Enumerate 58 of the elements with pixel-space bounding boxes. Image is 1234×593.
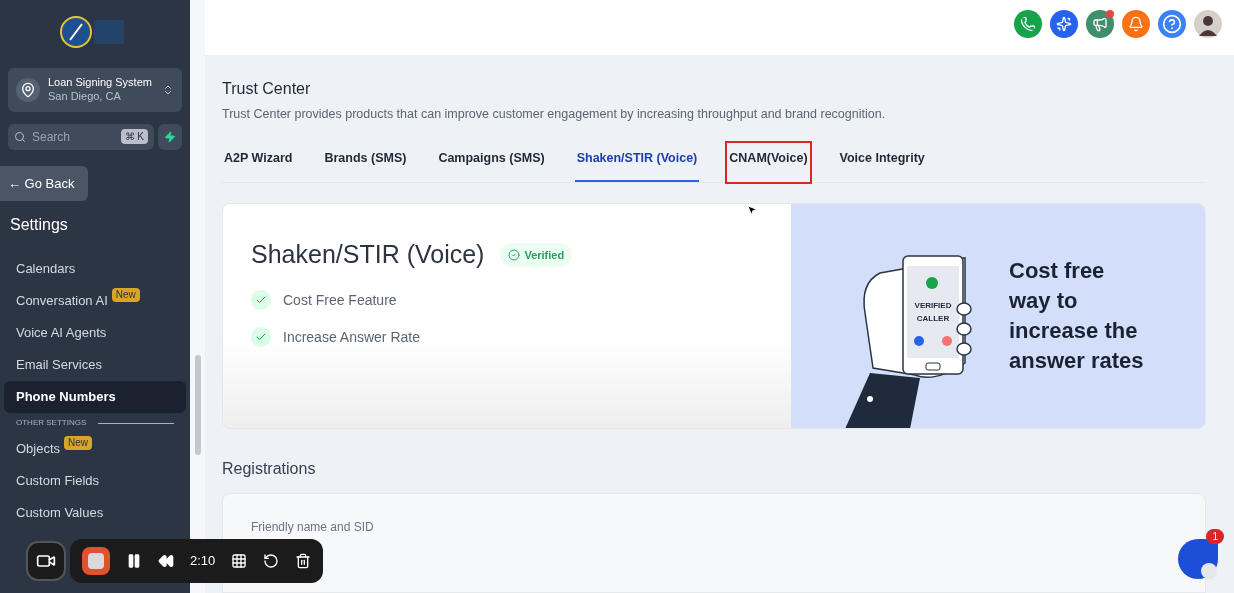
sidebar-item[interactable]: Conversation AI New (4, 285, 186, 317)
section-heading: Registrations (222, 459, 317, 479)
phone-icon[interactable] (1014, 10, 1042, 38)
new-badge: New (111, 288, 140, 302)
help-icon[interactable] (1158, 10, 1186, 38)
sidebar-item[interactable]: Objects New (4, 433, 186, 465)
rewind-icon[interactable] (158, 553, 174, 569)
card-title: Shaken/STIR (Voice) (251, 239, 485, 270)
cursor-icon (746, 204, 758, 216)
field-label: Friendly name and SID (251, 520, 374, 534)
tab[interactable]: Shaken/STIR (Voice) (574, 143, 700, 182)
check-icon (251, 327, 271, 347)
pause-icon[interactable] (126, 553, 142, 569)
group-label: OTHER SETTINGS (16, 417, 87, 429)
location-icon (16, 77, 40, 102)
trash-icon[interactable] (295, 553, 312, 569)
bell-icon[interactable] (1122, 10, 1150, 38)
tab[interactable]: Brands (SMS) (322, 143, 409, 182)
page-title: Trust Center (222, 78, 312, 99)
status-badge: Verified (500, 242, 573, 267)
grid-icon[interactable] (231, 553, 248, 569)
sparkle-icon[interactable] (1050, 10, 1078, 38)
account-location: San Diego, CA (48, 89, 122, 104)
sidebar-item[interactable]: Calendars (4, 253, 186, 285)
sidebar-item[interactable]: Email Services (4, 349, 186, 381)
feature-text: Increase Answer Rate (283, 327, 420, 347)
avatar[interactable] (1194, 10, 1222, 38)
phone-label: VERIFIED (914, 300, 952, 312)
new-badge: New (64, 436, 93, 450)
quick-action-button[interactable] (158, 123, 182, 150)
account-switcher[interactable]: Loan Signing System San Diego, CA (8, 68, 182, 112)
restart-icon[interactable] (263, 553, 280, 569)
feature-text: Cost Free Feature (283, 290, 397, 310)
sidebar-item[interactable]: Voice AI Agents (4, 317, 186, 349)
search-icon (14, 130, 26, 143)
chat-badge: 1 (1206, 529, 1224, 544)
sidebar-item[interactable]: Custom Fields (4, 465, 186, 497)
tab[interactable]: A2P Wizard (222, 143, 295, 182)
sidebar-item[interactable]: Custom Values (4, 497, 186, 529)
recording-time: 2:10 (190, 552, 216, 571)
lightning-icon (164, 130, 176, 143)
section-title: Settings (9, 215, 69, 235)
scrollbar[interactable] (194, 355, 201, 455)
tab[interactable]: Campaigns (SMS) (436, 143, 547, 182)
stop-button[interactable] (82, 547, 110, 575)
page-description: Trust Center provides products that can improve customer engagement by increasing throughput and brand recognition. (222, 105, 887, 123)
account-name: Loan Signing System (48, 76, 153, 90)
back-button[interactable]: ← Go Back (0, 165, 88, 201)
promo-text: Cost free way to increase the answer rates (1009, 257, 1145, 375)
chevron-icon (162, 83, 174, 96)
sidebar-item[interactable]: Phone Numbers (4, 381, 186, 413)
phone-label: CALLER (916, 313, 950, 325)
megaphone-icon[interactable] (1086, 10, 1114, 38)
camera-button[interactable] (26, 541, 66, 581)
check-icon (251, 290, 271, 310)
tab[interactable]: Voice Integrity (837, 143, 927, 182)
tab[interactable]: CNAM(Voice) (727, 143, 810, 182)
check-circle-icon (508, 248, 521, 261)
